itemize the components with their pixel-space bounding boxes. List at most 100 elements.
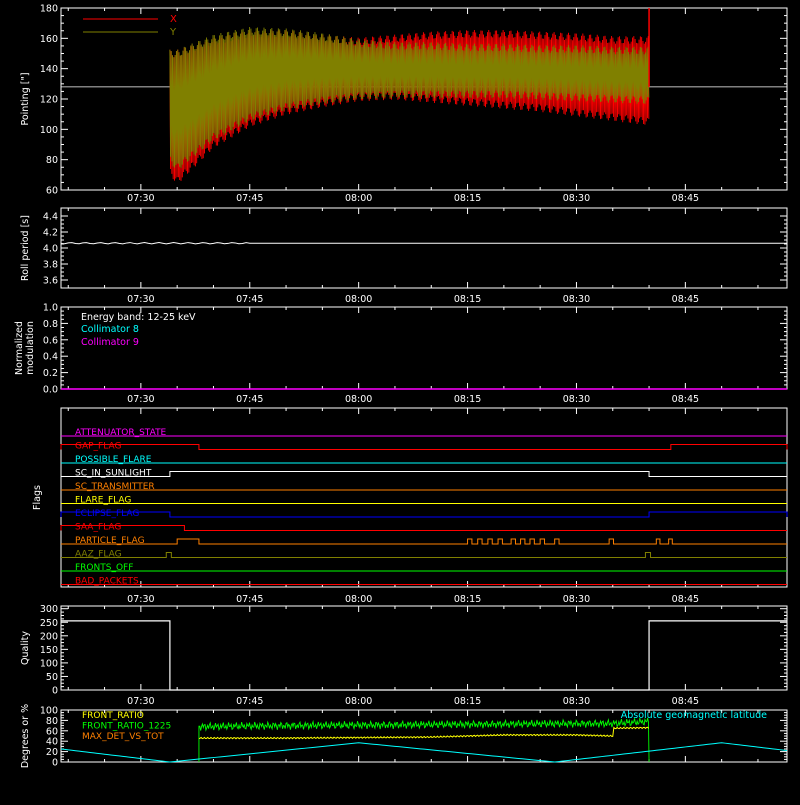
flag-label-sc-in-sunlight: SC_IN_SUNLIGHT	[75, 469, 152, 479]
x-tick-label: 08:45	[672, 294, 699, 305]
flag-label-particle-flag: PARTICLE_FLAG	[75, 536, 145, 546]
y-tick-label: 3.8	[43, 260, 58, 271]
x-tick-label: 08:45	[672, 193, 699, 204]
front-ratio-1225-line	[198, 717, 650, 763]
y-tick-label: 1.0	[43, 303, 58, 314]
y-tick-label: 4.2	[43, 228, 58, 239]
panel-frame	[60, 207, 788, 289]
x-tick-label: 08:00	[345, 193, 372, 204]
y-axis-title-line: modulation	[25, 321, 36, 375]
x-tick-label: 08:45	[672, 394, 699, 405]
legend-label-x: X	[170, 14, 177, 25]
y-axis-title: Degrees or %	[20, 704, 31, 768]
y-tick-label: 4.4	[43, 212, 58, 223]
y-axis-title: Pointing ["]	[20, 72, 31, 125]
x-tick-label: 08:15	[454, 394, 481, 405]
x-tick-label: 07:30	[127, 294, 154, 305]
geomagnetic-latitude-line	[60, 742, 788, 763]
flag-label-flare-flag: FLARE_FLAG	[75, 496, 131, 506]
x-tick-label: 08:15	[454, 193, 481, 204]
x-tick-label: 07:45	[236, 594, 263, 605]
geomagnetic-latitude-label: Absolute geomagnetic latitude	[621, 710, 767, 721]
flag-line-eclipse-flag	[60, 511, 788, 518]
energy-band-annotation: Energy band: 12-25 keV	[81, 312, 196, 323]
flag-label-possible-flare: POSSIBLE_FLARE	[75, 455, 152, 465]
panel-3-axes: 07:30 07:45 08:00 08:15 08:30 08:45 Flags ATTEN…	[32, 407, 788, 605]
flag-label-eclipse-flag: ECLIPSE_FLAG	[75, 509, 139, 519]
y-tick-label: 100	[40, 706, 58, 717]
y-tick-label: 200	[40, 631, 58, 642]
x-tick-label: 07:45	[236, 294, 263, 305]
y-tick-label: 0.0	[43, 385, 58, 396]
x-tick-label: 08:15	[454, 696, 481, 707]
y-tick-label: 40	[46, 737, 58, 748]
legend-label-y: Y	[169, 27, 177, 38]
roll-period-line	[60, 242, 787, 245]
legend-label-front-ratio: FRONT_RATIO	[82, 711, 144, 721]
x-tick-label: 07:30	[127, 394, 154, 405]
x-tick-label: 08:45	[672, 594, 699, 605]
y-tick-label: 4.0	[43, 244, 58, 255]
x-tick-label: 08:30	[563, 394, 590, 405]
y-tick-label: 150	[40, 645, 58, 656]
y-axis-title: Quality	[20, 631, 31, 665]
flag-label-attenuator-state: ATTENUATOR_STATE	[75, 428, 167, 438]
y-tick-label: 20	[46, 747, 58, 758]
y-tick-label: 0	[52, 686, 58, 697]
y-tick-label: 160	[40, 34, 58, 45]
y-tick-label: 60	[46, 186, 58, 197]
y-tick-label: 120	[40, 95, 58, 106]
y-tick-label: 180	[40, 4, 58, 15]
x-tick-label: 07:30	[127, 193, 154, 204]
x-tick-label: 08:45	[672, 696, 699, 707]
y-tick-label: 3.6	[43, 276, 58, 287]
x-tick-label: 08:30	[563, 193, 590, 204]
flag-label-aaz-flag: AAZ_FLAG	[75, 550, 122, 560]
y-axis-title: Flags	[32, 485, 43, 510]
x-tick-label: 08:15	[454, 294, 481, 305]
panel-2-axes: 07:30 07:45 08:00 08:15 08:30 08:45 0.0 0.2 0.4 0…	[14, 303, 788, 405]
x-tick-label: 07:45	[236, 696, 263, 707]
orbit-summary-figure: 07:30 07:45 08:00 08:15 08:30 08:45 60 80 100 120…	[0, 0, 800, 800]
legend-label-max-det-vs-tot: MAX_DET_VS_TOT	[82, 732, 164, 742]
x-tick-label: 08:00	[345, 294, 372, 305]
flag-line-sc-in-sunlight	[61, 471, 787, 477]
x-tick-label: 08:00	[345, 594, 372, 605]
y-tick-label: 100	[40, 658, 58, 669]
x-tick-label: 08:30	[563, 594, 590, 605]
y-tick-label: 0.6	[43, 335, 58, 346]
x-tick-label: 08:00	[345, 394, 372, 405]
flag-label-saa-flag: SAA_FLAG	[75, 523, 121, 533]
y-tick-label: 60	[46, 726, 58, 737]
y-tick-label: 0.4	[43, 352, 58, 363]
panel-1-axes: 07:30 07:45 08:00 08:15 08:30 08:45 3.6 3.8 4.0 4…	[20, 207, 788, 305]
y-tick-label: 300	[40, 604, 58, 615]
flag-line-aaz-flag	[61, 552, 787, 558]
x-tick-label: 07:30	[127, 696, 154, 707]
quality-line	[61, 620, 787, 691]
y-tick-label: 0.8	[43, 319, 58, 330]
x-tick-label: 08:30	[563, 696, 590, 707]
legend-label-front-ratio-1225: FRONT_RATIO_1225	[82, 722, 171, 732]
flag-label-sc-transmitter: SC_TRANSMITTER	[75, 482, 155, 492]
y-tick-label: 50	[46, 672, 58, 683]
legend-label-collimator-9: Collimator 9	[81, 337, 139, 348]
flag-line-saa-flag	[60, 525, 787, 531]
panel-4-axes: 07:30 07:45 08:00 08:15 08:30 08:45 0 50 100 150 2…	[20, 604, 788, 707]
y-tick-label: 80	[46, 716, 58, 727]
y-axis-title: Normalizedmodulation	[14, 321, 36, 375]
x-tick-label: 07:45	[236, 193, 263, 204]
figure-canvas: 07:30 07:45 08:00 08:15 08:30 08:456080100120…	[14, 4, 788, 769]
panel-0-axes: 07:30 07:45 08:00 08:15 08:30 08:45 60 80 100 120…	[20, 4, 788, 204]
flag-label-bad-packets: BAD_PACKETS	[75, 577, 139, 587]
y-axis-title: Roll period [s]	[20, 215, 31, 281]
y-tick-label: 80	[46, 155, 58, 166]
flag-line-gap-flag	[60, 444, 788, 450]
y-tick-label: 250	[40, 618, 58, 629]
x-tick-label: 08:00	[345, 696, 372, 707]
flag-label-gap-flag: GAP_FLAG	[75, 442, 121, 452]
flag-line-particle-flag	[61, 538, 787, 545]
flag-label-fronts-off: FRONTS_OFF	[75, 563, 133, 573]
x-tick-label: 07:30	[127, 594, 154, 605]
x-tick-label: 07:45	[236, 394, 263, 405]
